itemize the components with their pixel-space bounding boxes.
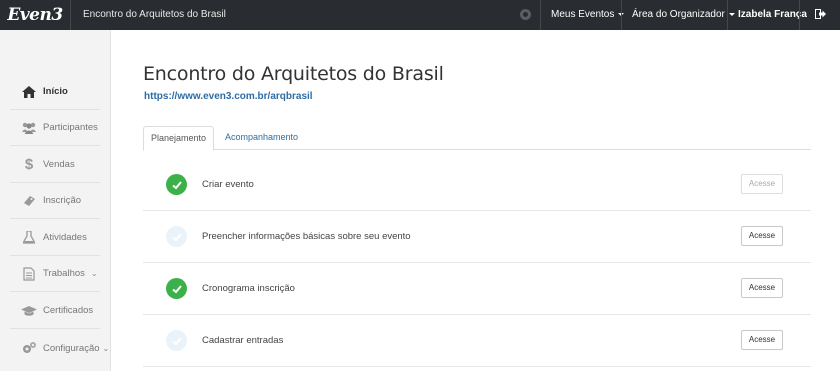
gears-icon [21, 341, 37, 355]
chevron-down-icon: ⌄ [90, 269, 98, 278]
top-navbar: Even3 Encontro do Arquitetos do Brasil M… [0, 0, 840, 30]
task-row: Cadastrar entradas Acesse [143, 315, 811, 367]
sidebar-item-label: Vendas [43, 159, 75, 170]
flask-icon [21, 231, 37, 245]
graduation-cap-icon [21, 304, 37, 318]
sidebar-item-atividades[interactable]: Atividades [10, 220, 100, 256]
task-label: Cronograma inscrição [202, 283, 295, 294]
check-circle-icon [166, 278, 187, 299]
access-button[interactable]: Acesse [741, 226, 783, 246]
task-row: Preencher informações básicas sobre seu … [143, 211, 811, 263]
tab-bar: Planejamento Acompanhamento [143, 126, 811, 151]
ticket-icon [21, 194, 37, 208]
task-row: Cronograma inscrição Acesse [143, 263, 811, 315]
home-icon [21, 85, 37, 99]
page-title: Encontro do Arquitetos do Brasil [143, 63, 444, 85]
sidebar-item-label: Início [43, 86, 68, 97]
organizer-area-menu[interactable]: Área do Organizador [621, 0, 735, 30]
check-circle-icon [166, 174, 187, 195]
access-button[interactable]: Acesse [741, 330, 783, 350]
sidebar-item-trabalhos[interactable]: Trabalhos ⌄ [10, 256, 100, 292]
sign-out-icon [814, 9, 826, 20]
task-label: Cadastrar entradas [202, 335, 284, 346]
sidebar-item-participantes[interactable]: Participantes [10, 110, 100, 146]
dollar-icon: $ [24, 156, 34, 173]
my-events-label: Meus Eventos [551, 9, 615, 20]
sidebar-item-certificados[interactable]: Certificados [10, 293, 100, 329]
access-button[interactable]: Acesse [741, 174, 783, 194]
even3-logo[interactable]: Even3 [0, 0, 71, 30]
sidebar-item-label: Certificados [43, 305, 94, 316]
sidebar-item-label: Trabalhos [43, 268, 85, 279]
logo-text: Even3 [7, 5, 63, 25]
my-events-menu[interactable]: Meus Eventos [540, 0, 625, 30]
sidebar-item-label: Configuração [43, 342, 100, 354]
access-button[interactable]: Acesse [741, 278, 783, 298]
task-row: Criar evento Acesse [143, 159, 811, 211]
sidebar-item-label: Participantes [43, 122, 98, 133]
task-label: Preencher informações básicas sobre seu … [202, 231, 411, 242]
sidebar-item-vendas[interactable]: $ Vendas [10, 147, 100, 183]
organizer-area-label: Área do Organizador [632, 9, 725, 20]
sidebar-item-inicio[interactable]: Início [10, 74, 100, 110]
sidebar-item-label: Atividades [43, 232, 87, 243]
sidebar-item-configuracao[interactable]: Configuração ⌄ [10, 330, 109, 366]
check-circle-icon [166, 226, 187, 247]
tab-acompanhamento[interactable]: Acompanhamento [216, 126, 307, 150]
users-icon [21, 121, 37, 135]
tab-planejamento[interactable]: Planejamento [143, 126, 214, 151]
current-event-name: Encontro do Arquitetos do Brasil [83, 9, 226, 20]
status-dot-icon [520, 9, 531, 20]
logout-button[interactable] [799, 0, 840, 30]
user-menu[interactable]: Izabela França [727, 0, 807, 30]
check-circle-icon [166, 330, 187, 351]
document-icon [21, 266, 37, 281]
event-url-link[interactable]: https://www.even3.com.br/arqbrasil [144, 91, 313, 102]
sidebar-item-label: Inscrição [43, 195, 82, 206]
task-label: Criar evento [202, 179, 254, 190]
sidebar: Início Participantes $ Vendas Inscrição … [0, 30, 111, 371]
sidebar-item-inscricao[interactable]: Inscrição [10, 183, 100, 219]
chevron-down-icon: ⌄ [102, 343, 110, 353]
